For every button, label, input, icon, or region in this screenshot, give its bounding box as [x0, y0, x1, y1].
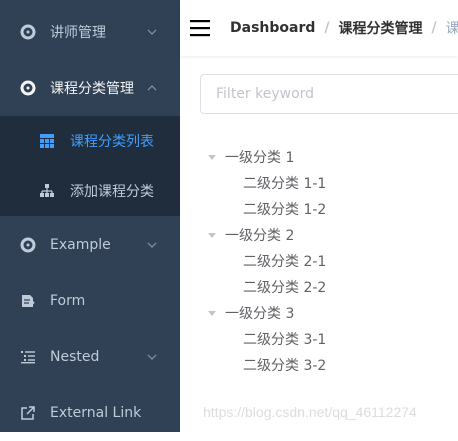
tree-node-level1[interactable]: 一级分类 1: [225, 144, 294, 170]
tree-node-level1[interactable]: 一级分类 3: [225, 300, 294, 326]
tree-node-level2[interactable]: 二级分类 2-2: [243, 274, 326, 300]
caret-down-icon[interactable]: [208, 233, 216, 238]
tree-node-level1[interactable]: 一级分类 2: [225, 222, 294, 248]
tree-node-level2[interactable]: 二级分类 3-1: [243, 326, 326, 352]
caret-down-icon[interactable]: [208, 311, 216, 316]
main-content: 一级分类 1 二级分类 1-1 二级分类 1-2 一级分类 2 二级分类 2-1…: [0, 0, 458, 432]
tree-node-level2[interactable]: 二级分类 2-1: [243, 248, 326, 274]
watermark: https://blog.csdn.net/qq_46112274: [203, 404, 417, 420]
tree-node-level2[interactable]: 二级分类 3-2: [243, 352, 326, 378]
tree-node-level2[interactable]: 二级分类 1-1: [243, 170, 326, 196]
filter-keyword-input[interactable]: [200, 74, 458, 114]
tree-node-level2[interactable]: 二级分类 1-2: [243, 196, 326, 222]
caret-down-icon[interactable]: [208, 155, 216, 160]
